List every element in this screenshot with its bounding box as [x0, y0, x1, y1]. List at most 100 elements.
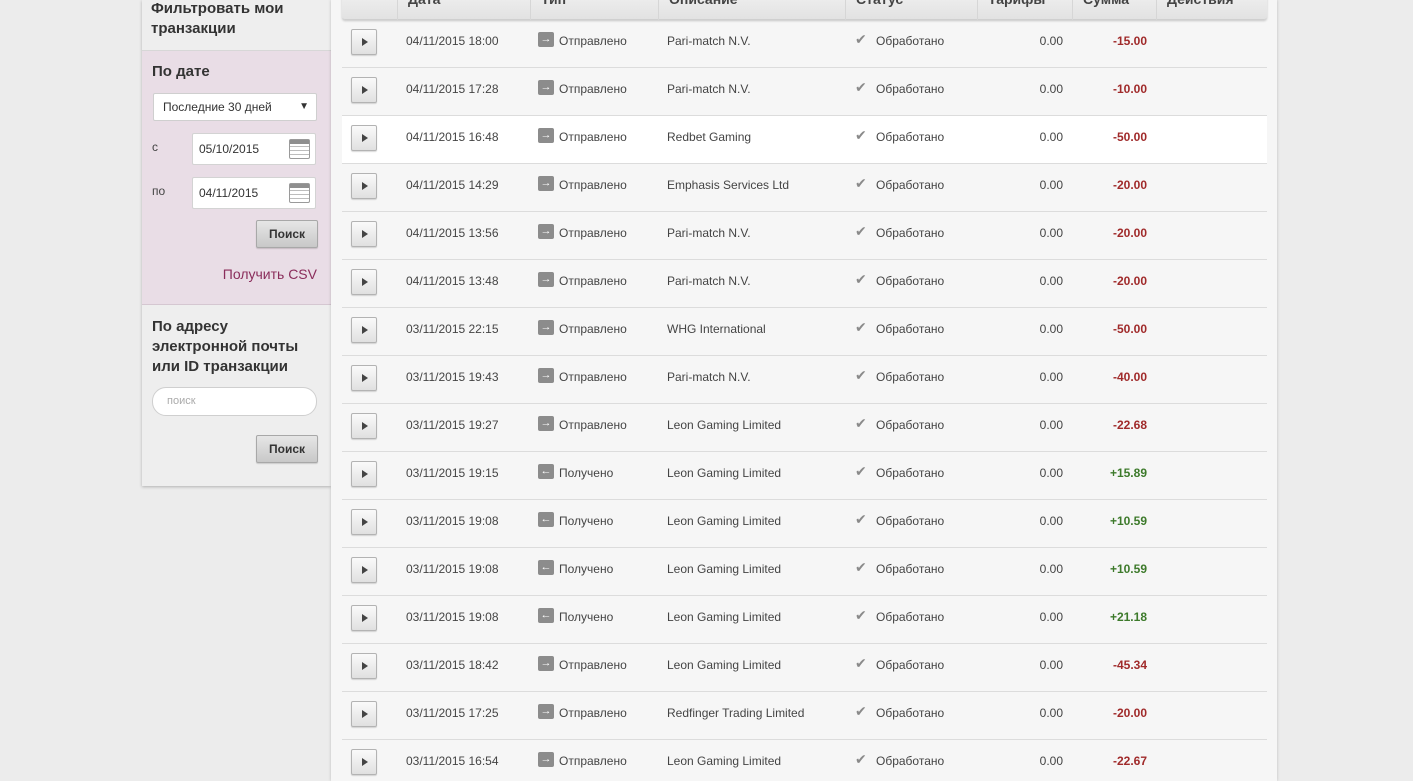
row-status-label: Обработано: [876, 178, 945, 192]
checkmark-icon: ✔: [855, 655, 867, 671]
table-row[interactable]: 04/11/2015 16:48 → Отправлено Redbet Gami…: [342, 116, 1267, 164]
arrow-right-icon: →: [538, 224, 554, 240]
table-row[interactable]: 03/11/2015 19:08 ← Получено Leon Gaming L…: [342, 548, 1267, 596]
column-header-status[interactable]: Статус: [845, 0, 977, 20]
table-row[interactable]: 03/11/2015 16:54 → Отправлено Leon Gaming…: [342, 740, 1267, 781]
arrow-right-icon: →: [538, 80, 554, 96]
row-amount: -50.00: [1112, 322, 1147, 336]
date-search-button[interactable]: Поиск: [256, 220, 318, 248]
table-row[interactable]: 04/11/2015 14:29 → Отправлено Emphasis Se…: [342, 164, 1267, 212]
row-type-label: Отправлено: [559, 82, 627, 96]
row-type-label: Получено: [559, 610, 614, 624]
expand-row-button[interactable]: [351, 77, 377, 103]
row-fee: 0.00: [1039, 274, 1063, 288]
row-fee: 0.00: [1039, 322, 1063, 336]
table-row[interactable]: 03/11/2015 22:15 → Отправлено WHG Interna…: [342, 308, 1267, 356]
row-date: 04/11/2015 13:48: [406, 274, 499, 288]
arrow-left-icon: ←: [538, 464, 554, 480]
from-date-value: 05/10/2015: [199, 142, 260, 156]
table-row[interactable]: 03/11/2015 19:27 → Отправлено Leon Gaming…: [342, 404, 1267, 452]
row-date: 03/11/2015 17:25: [406, 706, 499, 720]
table-row[interactable]: 03/11/2015 17:25 → Отправлено Redfinger T…: [342, 692, 1267, 740]
row-description: Leon Gaming Limited: [667, 610, 782, 624]
table-row[interactable]: 04/11/2015 17:28 → Отправлено Pari-match …: [342, 68, 1267, 116]
expand-row-button[interactable]: [351, 173, 377, 199]
expand-row-button[interactable]: [351, 365, 377, 391]
row-type: ← Получено: [538, 500, 613, 548]
row-type-label: Получено: [559, 466, 614, 480]
table-row[interactable]: 03/11/2015 19:15 ← Получено Leon Gaming L…: [342, 452, 1267, 500]
row-status: ✔ Обработано: [855, 404, 944, 452]
table-row[interactable]: 03/11/2015 19:08 ← Получено Leon Gaming L…: [342, 500, 1267, 548]
row-amount: -20.00: [1112, 226, 1147, 240]
row-description: Pari-match N.V.: [667, 82, 751, 96]
row-fee: 0.00: [1039, 82, 1063, 96]
checkmark-icon: ✔: [855, 511, 867, 527]
expand-row-button[interactable]: [351, 701, 377, 727]
row-type: → Отправлено: [538, 116, 627, 164]
expand-row-button[interactable]: [351, 29, 377, 55]
checkmark-icon: ✔: [855, 415, 867, 431]
expand-row-button[interactable]: [351, 557, 377, 583]
chevron-down-icon: ▼: [299, 101, 309, 112]
row-type-label: Отправлено: [559, 754, 627, 768]
arrow-right-icon: →: [538, 416, 554, 432]
table-row[interactable]: 03/11/2015 19:43 → Отправлено Pari-match …: [342, 356, 1267, 404]
row-status-label: Обработано: [876, 754, 945, 768]
row-fee: 0.00: [1039, 706, 1063, 720]
row-date: 04/11/2015 14:29: [406, 178, 499, 192]
column-header-description[interactable]: Описание: [658, 0, 845, 20]
expand-row-button[interactable]: [351, 749, 377, 775]
row-status-label: Обработано: [876, 418, 945, 432]
row-description: Emphasis Services Ltd: [667, 178, 790, 192]
filter-heading: Фильтровать мои транзакции: [142, 0, 331, 51]
expand-row-button[interactable]: [351, 413, 377, 439]
row-fee: 0.00: [1039, 658, 1063, 672]
expand-row-button[interactable]: [351, 653, 377, 679]
checkmark-icon: ✔: [855, 127, 867, 143]
row-status: ✔ Обработано: [855, 548, 944, 596]
get-csv-link[interactable]: Получить CSV: [223, 266, 317, 282]
row-date: 04/11/2015 16:48: [406, 130, 499, 144]
row-status-label: Обработано: [876, 226, 945, 240]
arrow-left-icon: ←: [538, 608, 554, 624]
row-type: → Отправлено: [538, 260, 627, 308]
table-row[interactable]: 04/11/2015 13:48 → Отправлено Pari-match …: [342, 260, 1267, 308]
row-fee: 0.00: [1039, 34, 1063, 48]
expand-row-button[interactable]: [351, 461, 377, 487]
to-date-field[interactable]: 04/11/2015: [192, 177, 316, 209]
calendar-icon[interactable]: [289, 139, 310, 159]
table-row[interactable]: 03/11/2015 18:42 → Отправлено Leon Gaming…: [342, 644, 1267, 692]
row-type: → Отправлено: [538, 20, 627, 68]
row-status: ✔ Обработано: [855, 116, 944, 164]
row-status: ✔ Обработано: [855, 308, 944, 356]
row-amount: -20.00: [1112, 178, 1147, 192]
column-header-type[interactable]: Тип: [530, 0, 658, 20]
table-row[interactable]: 04/11/2015 13:56 → Отправлено Pari-match …: [342, 212, 1267, 260]
row-status: ✔ Обработано: [855, 692, 944, 740]
expand-row-button[interactable]: [351, 269, 377, 295]
period-select[interactable]: Последние 30 дней ▼: [153, 93, 317, 121]
arrow-left-icon: ←: [538, 560, 554, 576]
row-status: ✔ Обработано: [855, 596, 944, 644]
row-fee: 0.00: [1039, 754, 1063, 768]
expand-row-button[interactable]: [351, 125, 377, 151]
expand-row-button[interactable]: [351, 509, 377, 535]
column-header-fees[interactable]: Тарифы: [977, 0, 1072, 20]
expand-row-button[interactable]: [351, 317, 377, 343]
email-or-id-search-input[interactable]: поиск: [152, 387, 317, 416]
row-amount: -20.00: [1112, 274, 1147, 288]
table-row[interactable]: 04/11/2015 18:00 → Отправлено Pari-match …: [342, 20, 1267, 68]
column-header-amount[interactable]: Сумма: [1072, 0, 1156, 20]
row-amount: +15.89: [1109, 466, 1147, 480]
row-description: Leon Gaming Limited: [667, 418, 782, 432]
from-date-field[interactable]: 05/10/2015: [192, 133, 316, 165]
expand-row-button[interactable]: [351, 221, 377, 247]
column-header-actions: Действия: [1156, 0, 1267, 20]
column-header-date[interactable]: Дата: [397, 0, 530, 20]
email-search-button[interactable]: Поиск: [256, 435, 318, 463]
calendar-icon[interactable]: [289, 183, 310, 203]
arrow-right-icon: →: [538, 752, 554, 768]
table-row[interactable]: 03/11/2015 19:08 ← Получено Leon Gaming L…: [342, 596, 1267, 644]
expand-row-button[interactable]: [351, 605, 377, 631]
